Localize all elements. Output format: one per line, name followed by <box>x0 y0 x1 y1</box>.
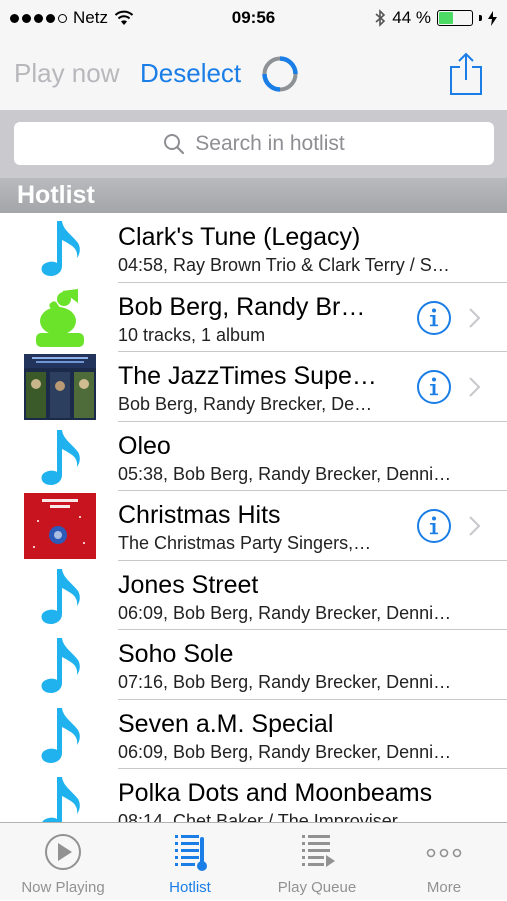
item-subtitle: 10 tracks, 1 album <box>118 324 266 345</box>
item-title: Bob Berg, Randy Br… <box>118 292 366 321</box>
bluetooth-icon <box>375 9 386 27</box>
section-header: Hotlist <box>0 178 507 213</box>
loading-spinner-icon <box>262 56 298 92</box>
thumbnail <box>24 563 96 629</box>
album-cover-jazztimes <box>24 354 96 420</box>
tab-play-queue[interactable]: Play Queue <box>254 823 380 901</box>
tab-now-playing[interactable]: Now Playing <box>0 823 126 901</box>
battery-level-fill <box>439 12 453 24</box>
tab-hotlist[interactable]: Hotlist <box>127 823 253 901</box>
music-note-icon <box>41 638 80 693</box>
item-subtitle: 08:14, Chet Baker / The Improviser <box>118 811 398 822</box>
info-icon[interactable] <box>416 369 452 405</box>
status-bar: Netz 09:56 44 % <box>0 0 507 38</box>
thumbnail <box>24 354 96 420</box>
thumbnail <box>24 285 96 351</box>
tab-bar: Now Playing Hotlist Play Queue More <box>0 822 507 900</box>
search-area: Search in hotlist <box>0 110 507 178</box>
item-subtitle: 06:09, Bob Berg, Randy Brecker, Denni… <box>118 602 452 623</box>
tab-label: More <box>426 879 462 896</box>
search-icon <box>164 133 185 154</box>
play-circle-icon <box>45 834 81 870</box>
thumbnail <box>24 632 96 698</box>
list-item[interactable]: The JazzTimes Supe… Bob Berg, Randy Breck… <box>0 352 507 422</box>
item-subtitle: The Christmas Party Singers,… <box>118 533 372 553</box>
list-item[interactable]: Polka Dots and Moonbeams 08:14, Chet Bake… <box>0 769 507 822</box>
thumbnail <box>24 493 96 559</box>
deselect-button[interactable]: Deselect <box>140 58 241 89</box>
music-note-icon <box>41 221 80 276</box>
toolbar: Play now Deselect <box>0 38 507 110</box>
item-title: Oleo <box>118 431 171 460</box>
chevron-right-icon[interactable] <box>468 515 482 537</box>
battery-icon <box>437 10 473 26</box>
search-placeholder: Search in hotlist <box>195 131 345 155</box>
list-item[interactable]: Soho Sole 07:16, Bob Berg, Randy Brecker,… <box>0 630 507 700</box>
charging-icon <box>488 10 497 26</box>
thumbnail <box>24 702 96 768</box>
list-item[interactable]: Clark's Tune (Legacy) 04:58, Ray Brown Tr… <box>0 213 507 283</box>
tab-label: Now Playing <box>21 879 105 896</box>
item-subtitle: 06:09, Bob Berg, Randy Brecker, Denni… <box>118 741 452 762</box>
item-subtitle: Bob Berg, Randy Brecker, De… <box>118 394 373 414</box>
music-note-icon <box>41 568 80 624</box>
music-note-icon <box>41 707 80 763</box>
info-icon[interactable] <box>416 300 452 336</box>
status-right: 44 % <box>374 8 497 28</box>
play-queue-icon <box>302 835 335 867</box>
tab-label: Hotlist <box>169 879 211 896</box>
info-icon[interactable] <box>416 508 452 544</box>
battery-percent: 44 % <box>392 8 431 27</box>
album-cover-christmas <box>24 493 96 559</box>
list-item[interactable]: Seven a.M. Special 06:09, Bob Berg, Randy… <box>0 700 507 769</box>
item-title: Polka Dots and Moonbeams <box>118 779 433 807</box>
music-note-icon <box>41 429 80 485</box>
list-item[interactable]: Bob Berg, Randy Br… 10 tracks, 1 album <box>0 283 507 352</box>
thumbnail <box>24 771 96 822</box>
tab-label: Play Queue <box>277 879 357 896</box>
item-subtitle: 07:16, Bob Berg, Randy Brecker, Denni… <box>118 672 452 692</box>
list-item[interactable]: Oleo 05:38, Bob Berg, Randy Brecker, Denn… <box>0 422 507 491</box>
play-now-button[interactable]: Play now <box>14 58 120 89</box>
hotlist-list: Clark's Tune (Legacy) 04:58, Ray Brown Tr… <box>0 213 507 822</box>
section-title: Hotlist <box>17 181 95 209</box>
hotlist-icon <box>175 835 207 871</box>
item-title: Jones Street <box>118 570 259 599</box>
thumbnail <box>24 424 96 490</box>
chevron-right-icon[interactable] <box>468 376 482 398</box>
artist-icon <box>36 288 84 347</box>
item-subtitle: 05:38, Bob Berg, Randy Brecker, Denni… <box>118 463 452 484</box>
list-item[interactable]: Christmas Hits The Christmas Party Singer… <box>0 491 507 561</box>
item-subtitle: 04:58, Ray Brown Trio & Clark Terry / S… <box>118 255 450 275</box>
more-icon <box>426 848 462 858</box>
share-icon[interactable] <box>448 52 484 96</box>
chevron-right-icon[interactable] <box>468 307 482 329</box>
tab-more[interactable]: More <box>381 823 507 901</box>
search-input[interactable]: Search in hotlist <box>14 122 494 165</box>
item-title: Seven a.M. Special <box>118 709 334 738</box>
item-title: Clark's Tune (Legacy) <box>118 223 361 251</box>
music-note-icon <box>42 777 80 822</box>
list-item[interactable]: Jones Street 06:09, Bob Berg, Randy Breck… <box>0 561 507 630</box>
thumbnail <box>24 215 96 281</box>
battery-cap <box>479 15 482 21</box>
item-title: Soho Sole <box>118 640 234 668</box>
item-title: Christmas Hits <box>118 501 281 529</box>
item-title: The JazzTimes Supe… <box>118 362 377 390</box>
